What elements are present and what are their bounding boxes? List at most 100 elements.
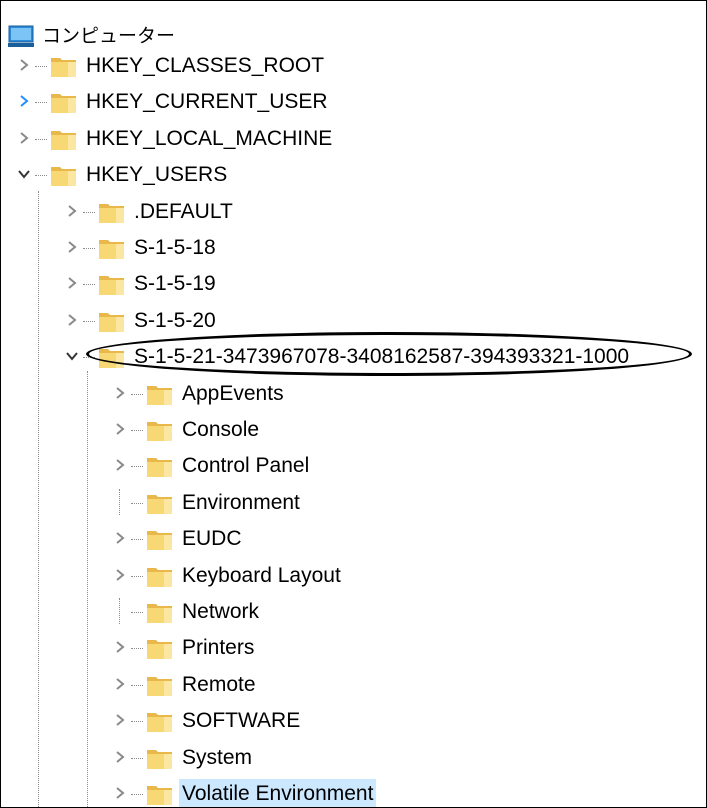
- tree-connector-horizontal: [131, 794, 143, 795]
- tree-user-key-row[interactable]: S-1-5-19: [1, 266, 706, 302]
- folder-icon: [145, 706, 175, 736]
- tree-subkey-row[interactable]: Printers: [1, 630, 706, 666]
- folder-icon: [145, 415, 175, 445]
- tree-connector-horizontal: [35, 138, 47, 140]
- chevron-right-icon[interactable]: [113, 640, 127, 654]
- tree-connector-horizontal: [131, 612, 143, 613]
- tree-user-key-label: S-1-5-20: [134, 308, 216, 332]
- chevron-right-icon[interactable]: [113, 677, 127, 691]
- tree-connector-vertical: [119, 488, 120, 515]
- chevron-right-icon[interactable]: [113, 531, 127, 545]
- tree-subkey-label: System: [182, 745, 253, 769]
- tree-subkey-label: Remote: [182, 672, 256, 696]
- tree-connector-horizontal: [131, 502, 143, 504]
- chevron-right-icon[interactable]: [113, 458, 127, 472]
- tree-subkey-label: Volatile Environment: [179, 779, 377, 807]
- chevron-right-icon[interactable]: [17, 94, 31, 108]
- tree-subkey-row[interactable]: Remote: [1, 667, 706, 703]
- tree-user-key-row[interactable]: S-1-5-18: [1, 230, 706, 266]
- tree-subkey-row[interactable]: Volatile Environment: [1, 776, 706, 807]
- tree-subkey-label: Control Panel: [182, 454, 310, 478]
- tree-hive-row[interactable]: HKEY_LOCAL_MACHINE: [1, 121, 706, 157]
- tree-user-key-label: S-1-5-21-3473967078-3408162587-394393321…: [134, 345, 630, 369]
- folder-icon: [49, 160, 79, 190]
- tree-hive-row[interactable]: HKEY_CLASSES_ROOT: [1, 48, 706, 84]
- chevron-right-icon[interactable]: [65, 204, 79, 218]
- chevron-right-icon[interactable]: [65, 240, 79, 254]
- tree-subkey-label: Environment: [182, 490, 300, 514]
- tree-subkey-row[interactable]: EUDC: [1, 521, 706, 557]
- folder-icon: [49, 51, 79, 81]
- tree-connector-horizontal: [131, 430, 143, 431]
- tree-subkey-row[interactable]: Keyboard Layout: [1, 558, 706, 594]
- tree-connector-horizontal: [131, 575, 143, 577]
- tree-connector-horizontal: [131, 721, 143, 723]
- tree-hive-label: HKEY_CURRENT_USER: [86, 90, 328, 114]
- tree-subkey-row[interactable]: System: [1, 740, 706, 776]
- tree-subkey-row[interactable]: AppEvents: [1, 376, 706, 412]
- folder-icon: [145, 524, 175, 554]
- tree-subkey-label: Network: [182, 600, 260, 623]
- folder-icon: [49, 87, 79, 117]
- folder-icon: [97, 342, 127, 372]
- folder-icon: [145, 670, 175, 700]
- tree-user-key-row[interactable]: S-1-5-20: [1, 303, 706, 339]
- tree-subkey-label: EUDC: [182, 527, 242, 551]
- tree-connector-horizontal: [35, 102, 47, 104]
- tree-subkey-row[interactable]: Control Panel: [1, 448, 706, 484]
- tree-subkey-row[interactable]: Console: [1, 412, 706, 448]
- tree-hive-label: HKEY_CLASSES_ROOT: [86, 54, 325, 77]
- tree-connector-horizontal: [131, 684, 143, 686]
- tree-user-key-label: S-1-5-18: [134, 236, 216, 259]
- folder-icon: [97, 197, 127, 227]
- chevron-down-icon[interactable]: [65, 349, 79, 363]
- tree-user-key-row[interactable]: S-1-5-21-3473967078-3408162587-394393321…: [1, 339, 706, 375]
- folder-icon: [145, 451, 175, 481]
- tree-subkey-label: SOFTWARE: [182, 709, 301, 733]
- chevron-right-icon[interactable]: [65, 276, 79, 290]
- tree-connector-horizontal: [131, 393, 143, 395]
- chevron-right-icon[interactable]: [113, 713, 127, 727]
- tree-subkey-row[interactable]: SOFTWARE: [1, 703, 706, 739]
- tree-connector-horizontal: [35, 175, 47, 177]
- tree-connector-horizontal: [35, 66, 47, 67]
- chevron-right-icon[interactable]: [17, 131, 31, 145]
- tree-hive-label: HKEY_USERS: [86, 163, 228, 187]
- chevron-down-icon[interactable]: [17, 167, 31, 181]
- tree-subkey-label: Keyboard Layout: [182, 563, 341, 587]
- tree-subkey-label: AppEvents: [182, 381, 284, 405]
- folder-icon: [145, 633, 175, 663]
- tree-connector-horizontal: [83, 284, 95, 286]
- registry-tree-view[interactable]: コンピューター HKEY_CLASSES_ROOT HKEY_CURRENT_US…: [0, 0, 707, 808]
- computer-icon: [7, 22, 35, 50]
- chevron-right-icon[interactable]: [113, 422, 127, 436]
- tree-connector-horizontal: [83, 248, 95, 249]
- tree-connector-horizontal: [83, 357, 95, 359]
- folder-icon: [145, 561, 175, 591]
- tree-subkey-label: Printers: [182, 636, 255, 660]
- tree-subkey-label: Console: [182, 418, 260, 441]
- chevron-right-icon[interactable]: [113, 568, 127, 582]
- tree-connector-horizontal: [131, 466, 143, 468]
- folder-icon: [97, 306, 127, 336]
- tree-subkey-row[interactable]: Environment: [1, 485, 706, 521]
- tree-subkey-row[interactable]: Network: [1, 594, 706, 630]
- tree-hive-row[interactable]: HKEY_CURRENT_USER: [1, 84, 706, 120]
- tree-connector-horizontal: [131, 757, 143, 759]
- folder-icon: [49, 124, 79, 154]
- tree-user-key-label: S-1-5-19: [134, 272, 216, 296]
- chevron-right-icon[interactable]: [113, 750, 127, 764]
- chevron-right-icon[interactable]: [113, 786, 127, 800]
- chevron-right-icon[interactable]: [65, 313, 79, 327]
- folder-icon: [145, 379, 175, 409]
- tree-hive-label: HKEY_LOCAL_MACHINE: [86, 126, 333, 150]
- tree-user-key-label: .DEFAULT: [134, 199, 233, 223]
- chevron-right-icon[interactable]: [17, 58, 31, 72]
- folder-icon: [145, 743, 175, 773]
- folder-icon: [97, 269, 127, 299]
- tree-user-key-row[interactable]: .DEFAULT: [1, 194, 706, 230]
- tree-connector-vertical: [119, 598, 120, 624]
- tree-connector-horizontal: [83, 320, 95, 322]
- tree-hive-row[interactable]: HKEY_USERS: [1, 157, 706, 193]
- chevron-right-icon[interactable]: [113, 386, 127, 400]
